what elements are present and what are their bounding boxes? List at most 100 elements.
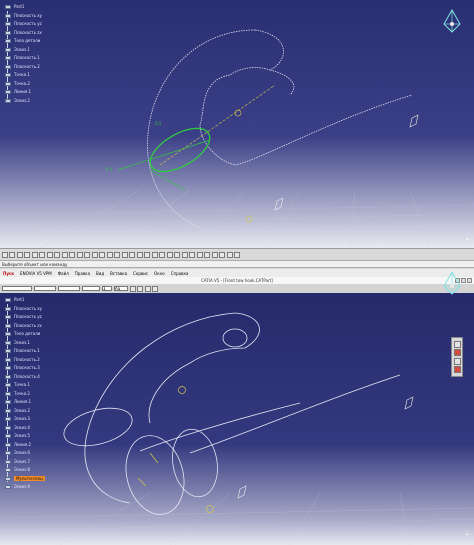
point-icon[interactable]	[151, 251, 158, 258]
viewport-bottom[interactable]: Part1 Плоскость ху Плоскость yz Плоскост…	[0, 293, 474, 545]
open-icon[interactable]	[9, 251, 15, 258]
tree-item[interactable]: Плоскость ху	[2, 305, 45, 314]
tree-item[interactable]: Эскиз.3	[2, 415, 45, 424]
tree-item[interactable]: Плоскость ху	[2, 12, 42, 21]
menu-help[interactable]: Справка	[168, 271, 192, 276]
undo-icon[interactable]	[54, 251, 60, 258]
zoom-out-icon[interactable]	[99, 251, 105, 258]
line-icon[interactable]	[159, 251, 165, 258]
tree-item[interactable]: Эскиз.9	[2, 483, 45, 492]
redo-icon[interactable]	[61, 251, 68, 258]
print-icon[interactable]	[24, 251, 30, 258]
material-icon[interactable]	[129, 285, 136, 292]
tree-item[interactable]: Плоскость.3	[2, 364, 45, 373]
tree-root[interactable]: Part1	[2, 296, 45, 305]
rotate-icon[interactable]	[84, 251, 90, 258]
copy-icon[interactable]	[39, 251, 45, 258]
apply-icon[interactable]	[144, 285, 151, 292]
tree-item[interactable]: Плоскость zx	[2, 322, 45, 331]
font-field[interactable]: Aa	[114, 286, 128, 291]
hide-show-icon[interactable]	[129, 251, 135, 258]
menu-file[interactable]: Файл	[55, 271, 72, 276]
close-icon[interactable]	[467, 278, 472, 283]
tree-item[interactable]: Плоскость.2	[2, 356, 45, 365]
compass-icon[interactable]	[440, 270, 464, 298]
geometry-view-top[interactable]: 0.5 0.5	[0, 0, 474, 248]
select-icon[interactable]	[453, 357, 461, 365]
tree-item[interactable]: Эскиз.4	[2, 424, 45, 433]
tree-item[interactable]: Эскиз.1	[2, 339, 45, 348]
value-field[interactable]: 1	[102, 286, 112, 291]
tree-item[interactable]: Эскиз.8	[2, 466, 45, 475]
multisection-icon[interactable]	[196, 251, 203, 258]
extrude-icon[interactable]	[174, 251, 180, 258]
specification-tree-bottom[interactable]: Part1 Плоскость ху Плоскость yz Плоскост…	[2, 296, 45, 492]
tree-item[interactable]: Точка.2	[2, 80, 42, 89]
tree-item[interactable]: Линия.2	[2, 441, 45, 450]
layer-select[interactable]	[2, 286, 32, 291]
fit-all-icon[interactable]	[69, 251, 75, 258]
views-icon[interactable]	[114, 251, 120, 258]
menu-window[interactable]: Окно	[151, 271, 168, 276]
tree-item[interactable]: Эскиз.7	[2, 458, 45, 467]
geometry-view-bottom[interactable]	[0, 293, 474, 545]
measure-icon[interactable]	[453, 366, 461, 373]
plane-icon[interactable]	[166, 251, 173, 258]
tree-item[interactable]: Эскиз.2	[2, 407, 45, 416]
menu-tools[interactable]: Сервис	[130, 271, 151, 276]
swap-space-icon[interactable]	[136, 251, 143, 258]
analysis-icon[interactable]	[453, 349, 461, 356]
tree-item[interactable]: Точка.1	[2, 71, 42, 80]
menu-insert[interactable]: Вставка	[107, 271, 130, 276]
sketch-icon[interactable]	[144, 251, 150, 258]
sweep-icon[interactable]	[189, 251, 195, 258]
render-style-icon[interactable]	[121, 251, 128, 258]
menu-enovia[interactable]: ENOVIA V5 VPM	[17, 271, 55, 276]
tree-item[interactable]: Плоскость.1	[2, 347, 45, 356]
properties-icon[interactable]	[137, 285, 143, 292]
color-select[interactable]	[34, 286, 56, 291]
tree-item[interactable]: Плоскость yz	[2, 313, 45, 322]
tree-item[interactable]: Плоскость zx	[2, 29, 42, 38]
tree-item[interactable]: Эскиз.2	[2, 97, 42, 106]
tree-root[interactable]: Part1	[2, 3, 42, 12]
analysis-icon[interactable]	[152, 285, 158, 292]
zoom-in-icon[interactable]	[91, 251, 98, 258]
join-icon[interactable]	[211, 251, 218, 258]
tree-item-selected[interactable]: Мульти-секц	[2, 475, 45, 484]
new-icon[interactable]	[1, 251, 8, 258]
thickness-select[interactable]	[82, 286, 100, 291]
tree-item[interactable]: Плоскость.4	[2, 373, 45, 382]
tree-item[interactable]: Эскиз.6	[2, 449, 45, 458]
tree-item[interactable]: Плоскость.2	[2, 63, 42, 72]
tree-item[interactable]: Эскиз.1	[2, 46, 42, 55]
save-icon[interactable]	[16, 251, 23, 258]
tree-item[interactable]: Тело детали	[2, 37, 42, 46]
body-icon	[5, 332, 11, 336]
trim-icon[interactable]	[226, 251, 233, 258]
fill-icon[interactable]	[204, 251, 210, 258]
pan-icon[interactable]	[76, 251, 83, 258]
tree-item[interactable]: Эскиз.5	[2, 432, 45, 441]
normal-view-icon[interactable]	[106, 251, 113, 258]
menu-view[interactable]: Вид	[93, 271, 107, 276]
tree-item[interactable]: Точка.2	[2, 390, 45, 399]
menu-start[interactable]: Пуск	[0, 271, 17, 276]
tree-item[interactable]: Плоскость.1	[2, 54, 42, 63]
viewport-top[interactable]: 0.5 0.5 Part1 Плоскость ху Плоскость yz …	[0, 0, 474, 248]
split-icon[interactable]	[219, 251, 225, 258]
measure-icon[interactable]	[234, 251, 240, 258]
specification-tree-top[interactable]: Part1 Плоскость ху Плоскость yz Плоскост…	[2, 3, 42, 105]
tree-item[interactable]: Тело детали	[2, 330, 45, 339]
tree-item[interactable]: Линия.1	[2, 88, 42, 97]
tree-item[interactable]: Плоскость yz	[2, 20, 42, 29]
tree-item[interactable]: Линия.1	[2, 398, 45, 407]
paste-icon[interactable]	[46, 251, 53, 258]
linetype-select[interactable]	[58, 286, 80, 291]
text-icon[interactable]	[453, 340, 461, 348]
compass-icon[interactable]	[440, 8, 464, 36]
cut-icon[interactable]	[31, 251, 38, 258]
tree-item[interactable]: Точка.1	[2, 381, 45, 390]
menu-edit[interactable]: Правка	[72, 271, 93, 276]
revolve-icon[interactable]	[181, 251, 188, 258]
